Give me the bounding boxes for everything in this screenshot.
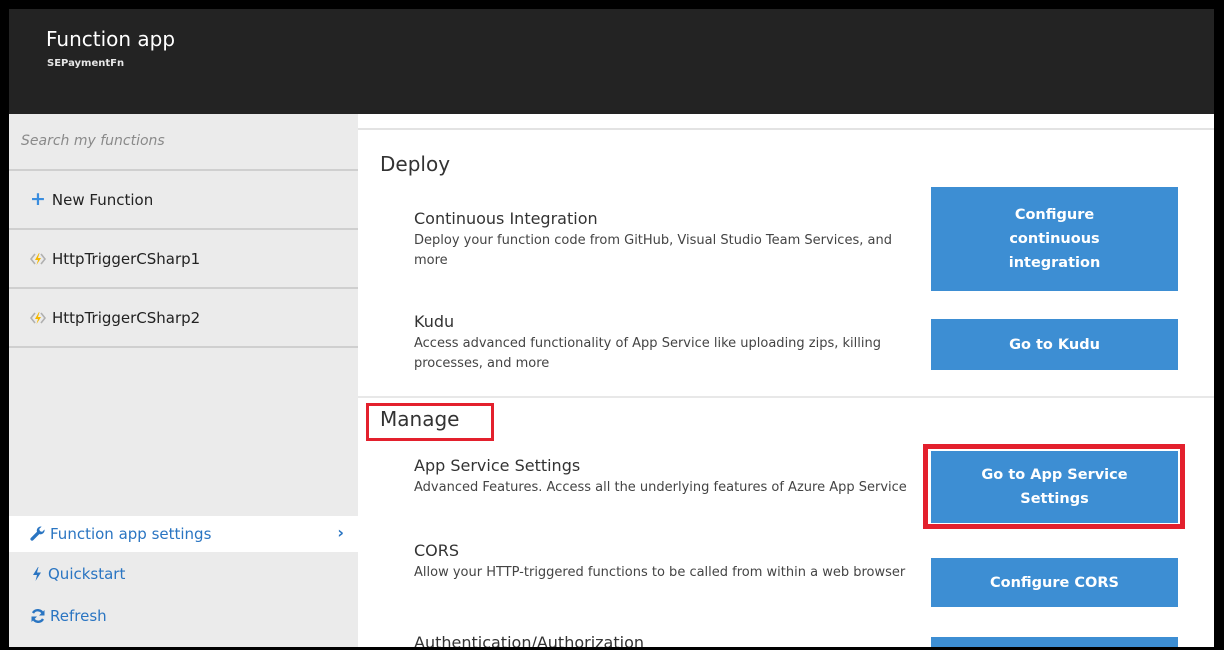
ci-title: Continuous Integration <box>414 209 598 228</box>
function-item[interactable]: HttpTriggerCSharp2 <box>9 289 358 348</box>
refresh-link[interactable]: Refresh <box>9 598 358 634</box>
function-label: HttpTriggerCSharp1 <box>52 249 201 268</box>
refresh-label: Refresh <box>50 607 107 625</box>
lightning-icon <box>30 566 44 582</box>
cors-description: Allow your HTTP-triggered functions to b… <box>414 565 906 580</box>
highlight-box <box>923 444 1185 529</box>
button-label-line: Configure <box>1014 207 1095 223</box>
kudu-title: Kudu <box>414 312 455 331</box>
app-name: SEPaymentFn <box>47 58 125 69</box>
settings-panel: Deploy Continuous Integration Deploy you… <box>358 114 1214 647</box>
configure-cors-button[interactable]: Configure CORS <box>931 558 1178 607</box>
auth-title: Authentication/Authorization <box>414 633 645 647</box>
search-box[interactable] <box>9 123 358 171</box>
button-label-line: continuous <box>1009 231 1100 247</box>
kudu-description: Access advanced functionality of App Ser… <box>414 336 881 371</box>
refresh-icon <box>30 608 46 624</box>
chevron-right-icon: › <box>337 523 344 542</box>
function-app-settings-label: Function app settings <box>50 525 212 543</box>
function-label: HttpTriggerCSharp2 <box>52 308 201 327</box>
header-bar: Function app SEPaymentFn <box>9 9 1214 114</box>
cors-title: CORS <box>414 541 460 560</box>
quickstart-link[interactable]: Quickstart <box>9 556 358 592</box>
function-app-settings-link[interactable]: Function app settings › <box>9 516 358 552</box>
configure-ci-button[interactable]: Configure continuous integration <box>931 187 1178 291</box>
app-title: Function app <box>46 27 176 51</box>
divider <box>358 128 1214 130</box>
search-input[interactable] <box>9 123 341 149</box>
function-app-window: Function app SEPaymentFn + New Function … <box>9 9 1214 647</box>
section-title-deploy: Deploy <box>380 152 451 176</box>
lightning-bracket-icon <box>30 252 46 266</box>
wrench-icon <box>30 526 46 542</box>
button-label-line: integration <box>1008 255 1101 271</box>
go-to-kudu-button[interactable]: Go to Kudu <box>931 319 1178 370</box>
lightning-bracket-icon <box>30 311 46 325</box>
auth-button[interactable] <box>931 637 1178 647</box>
new-function-label: New Function <box>51 190 154 209</box>
plus-icon: + <box>30 188 46 210</box>
quickstart-label: Quickstart <box>48 565 126 583</box>
highlight-box <box>366 403 494 441</box>
app-service-settings-title: App Service Settings <box>414 456 581 475</box>
section-divider <box>358 396 1214 398</box>
new-function-button[interactable]: + New Function <box>9 171 358 230</box>
function-item[interactable]: HttpTriggerCSharp1 <box>9 230 358 289</box>
ci-description: Deploy your function code from GitHub, V… <box>414 233 892 268</box>
sidebar: + New Function HttpTriggerCSharp1 <box>9 114 358 647</box>
app-service-settings-description: Advanced Features. Access all the underl… <box>414 480 907 495</box>
